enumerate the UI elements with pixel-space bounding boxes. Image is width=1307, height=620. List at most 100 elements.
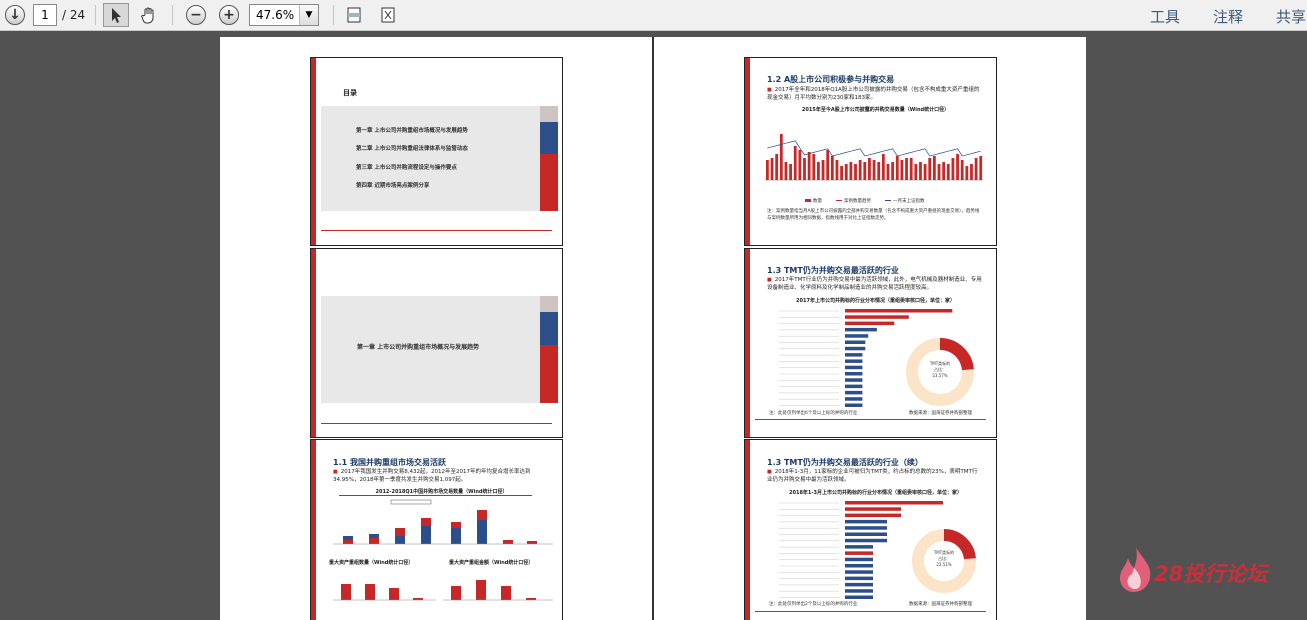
industry-bar	[845, 501, 943, 505]
hand-icon	[141, 7, 154, 24]
monthly-bar	[914, 164, 918, 180]
industry-bar	[845, 346, 866, 351]
full-screen-button[interactable]	[375, 3, 401, 27]
monthly-bar	[877, 162, 881, 180]
footer-line	[755, 419, 986, 420]
industry-bar	[845, 353, 863, 357]
monthly-bar	[979, 156, 983, 180]
industry-bar	[845, 576, 873, 581]
monthly-bar	[807, 152, 811, 180]
footer-line	[321, 423, 552, 424]
separator	[172, 5, 173, 25]
zoom-in-button[interactable]: +	[217, 3, 241, 27]
slide-bullet: 2017年TMT行业仍为并购交易中最为活跃领域，此外，电气机械及器材制造业、专用…	[767, 276, 982, 292]
restructuring-charts	[333, 580, 553, 601]
chart-title: 2017年上市公司并购标的行业分布情况（重组委审核口径，单位：家）	[796, 298, 955, 304]
industry-bar	[845, 334, 869, 338]
save-download-button[interactable]: ↓	[3, 3, 27, 27]
monthly-bar	[956, 154, 959, 180]
slide-accent	[311, 249, 316, 437]
page-total-label: / 24	[62, 8, 86, 22]
chart-title: 2018年1-3月上市公司并购标的行业分布情况（重组委审核口径，单位：家）	[789, 490, 962, 496]
chapter-title: 第一章 上市公司并购重组市场概况与发展趋势	[357, 344, 480, 351]
industry-bar	[845, 513, 901, 518]
separator	[333, 5, 334, 25]
minus-icon: −	[186, 5, 206, 25]
industry-bar	[845, 519, 887, 524]
industry-bar	[845, 532, 887, 536]
monthly-bar	[775, 154, 779, 180]
monthly-bar	[868, 158, 871, 180]
zoom-out-button[interactable]: −	[184, 3, 208, 27]
menu-share[interactable]: 共享	[1276, 6, 1306, 27]
slide-bullet: 2017年全年和2018年Q1A股上市公司披露的并购交易（包含不构成重大资产重组…	[767, 86, 982, 102]
side-bar	[540, 312, 558, 345]
menu-comment[interactable]: 注释	[1213, 6, 1243, 27]
monthly-bar	[812, 154, 816, 180]
monthly-bar	[826, 150, 830, 180]
monthly-bar	[770, 158, 774, 180]
monthly-ma-chart	[765, 134, 983, 181]
side-bar	[540, 296, 558, 312]
industry-bar	[845, 365, 863, 370]
monthly-bar	[970, 164, 973, 180]
monthly-bar	[974, 158, 978, 180]
chevron-down-icon[interactable]: ▼	[299, 5, 318, 25]
fit-page-button[interactable]	[341, 3, 367, 27]
monthly-bar	[858, 160, 862, 180]
monthly-bar	[844, 164, 848, 180]
expand-icon	[381, 7, 395, 23]
monthly-bar	[784, 162, 788, 180]
industry-bar	[845, 545, 873, 549]
industry-bar	[845, 372, 863, 376]
cursor-icon	[112, 8, 121, 23]
monthly-bar	[946, 164, 950, 180]
chart-title: 2015年至今A股上市公司披露的并购交易数量（Wind统计口径）	[801, 107, 950, 113]
industry-bar	[845, 315, 909, 319]
industry-bar	[845, 551, 873, 555]
sub-chart-title: 重大资产重组数量（Wind统计口径）	[329, 560, 414, 566]
monthly-bar	[895, 156, 899, 180]
slide-title: 1.2 A股上市公司积极参与并购交易	[767, 75, 895, 84]
monthly-bar	[798, 150, 802, 180]
industry-bar	[845, 570, 873, 574]
industry-bar	[845, 327, 877, 332]
industry-bar	[845, 390, 863, 395]
monthly-bar	[951, 158, 955, 180]
industry-bar	[845, 321, 895, 326]
hand-tool-button[interactable]	[136, 3, 162, 27]
industry-bar	[845, 582, 873, 587]
toolbar: ↓ 1 / 24 − + 47.6% ▼ 工具 注释 共享	[0, 0, 1307, 31]
zoom-select[interactable]: 47.6% ▼	[249, 4, 319, 26]
slide-title: 目录	[343, 89, 357, 97]
footer-line	[755, 611, 986, 612]
monthly-bar	[960, 160, 964, 180]
donut-label: TMT类标的 占比： 23.51%	[933, 550, 955, 567]
slide-1-3: 1.3 TMT仍为并购交易最活跃的行业 2017年TMT行业仍为并购交易中最为活…	[744, 248, 997, 438]
data-source: 数据来源：国海证券并购部整理	[909, 411, 972, 416]
legend-item: 一月末上证指数	[885, 198, 925, 204]
monthly-bar	[854, 164, 857, 180]
page-number-input[interactable]: 1	[33, 4, 57, 26]
monthly-bar	[942, 162, 946, 180]
slide-accent	[311, 440, 316, 620]
logo-text: 28投行论坛	[1154, 562, 1268, 586]
fit-page-icon	[347, 7, 361, 23]
monthly-bar	[909, 158, 913, 180]
monthly-bar	[817, 162, 820, 180]
legend-item: 案例数量趋势	[836, 198, 871, 204]
industry-bar	[845, 403, 863, 407]
industry-bar	[845, 340, 866, 344]
select-tool-button[interactable]	[103, 3, 129, 27]
chart-title: 2012-2018Q1中国并购市场交易数量（Wind统计口径）	[375, 489, 508, 495]
monthly-bar	[849, 162, 853, 180]
chart-footnote: 注：此处仅列举出6个及以上标的并购的行业	[769, 411, 858, 416]
slide-bullet: 2018年1-3月，11家标的企业可被归为TMT类，约占标的总数的23%，表明T…	[767, 468, 982, 484]
footer-line	[321, 230, 552, 231]
monthly-bar	[872, 160, 876, 180]
menu-tools[interactable]: 工具	[1150, 6, 1180, 27]
toc-item: 第三章 上市公司并购流程设定与操作要点	[356, 165, 457, 171]
separator	[95, 5, 96, 25]
toc-box	[321, 106, 540, 211]
industry-bar	[845, 538, 887, 543]
